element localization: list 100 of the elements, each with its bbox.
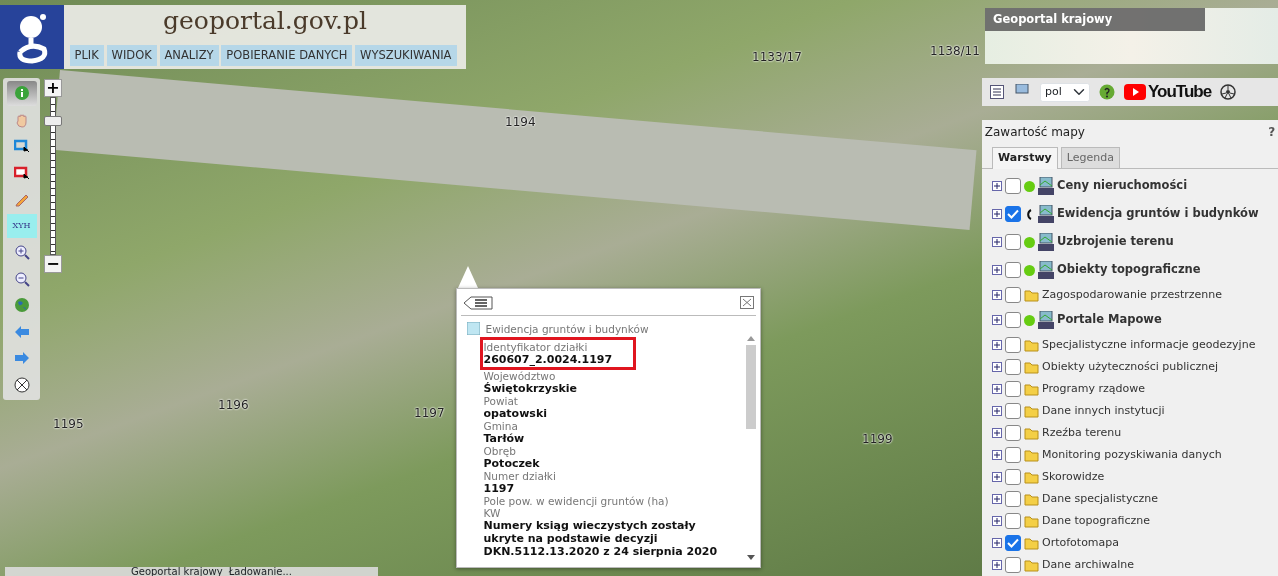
list-icon[interactable]: [990, 85, 1004, 99]
panel-tab[interactable]: Legenda: [1060, 146, 1120, 169]
layer-checkbox[interactable]: [1005, 206, 1021, 222]
layer-label: Ceny nieruchomości: [1057, 177, 1188, 195]
check-icon: [1007, 538, 1019, 548]
expand-icon[interactable]: [992, 560, 1002, 570]
check-icon: [1007, 209, 1019, 219]
layer-checkbox[interactable]: [1005, 312, 1021, 328]
help-icon[interactable]: [1099, 84, 1115, 100]
layer-checkbox[interactable]: [1005, 491, 1021, 507]
layer-label: Uzbrojenie terenu: [1057, 233, 1174, 251]
youtube-link[interactable]: YouTube: [1124, 79, 1212, 105]
expand-icon[interactable]: [992, 450, 1002, 460]
expand-icon[interactable]: [992, 384, 1002, 394]
cross-circle-icon: [13, 376, 30, 393]
folder-icon: [1024, 288, 1039, 302]
field-label: Numer działki: [483, 469, 557, 482]
layer-checkbox[interactable]: [1005, 337, 1021, 353]
expand-icon[interactable]: [992, 472, 1002, 482]
play-icon: [1124, 84, 1146, 100]
expand-icon[interactable]: [992, 538, 1002, 548]
status-message: Ładowanie...: [228, 567, 292, 576]
layer-checkbox[interactable]: [1005, 513, 1021, 529]
layer-checkbox[interactable]: [1005, 178, 1021, 194]
menu-button[interactable]: POBIERANIE DANYCH: [221, 45, 353, 67]
wms-layer-icon: [1038, 261, 1054, 279]
folder-icon: [1024, 382, 1039, 396]
layer-label: Obiekty topograficzne: [1057, 261, 1201, 279]
field-label: Pole pow. w ewidencji gruntów (ha): [483, 494, 670, 507]
list-back-icon: [463, 296, 493, 310]
expand-icon[interactable]: [992, 315, 1002, 325]
layer-label: Ortofotomapa: [1042, 534, 1120, 551]
close-button[interactable]: [740, 294, 754, 311]
expand-icon[interactable]: [992, 340, 1002, 350]
layer-checkbox[interactable]: [1005, 287, 1021, 303]
field-label: Obręb: [483, 444, 517, 457]
layer-checkbox[interactable]: [1005, 447, 1021, 463]
folder-icon: [1024, 426, 1039, 440]
site-logo-text: geoportal.gov.pl: [163, 7, 367, 33]
wms-layer-icon: [1038, 233, 1054, 251]
layer-checkbox[interactable]: [1005, 359, 1021, 375]
field-label: Identyfikator działki: [483, 340, 589, 353]
field-value: Potoczek: [483, 456, 541, 470]
menu-button[interactable]: ANALIZY: [159, 45, 219, 67]
layer-checkbox[interactable]: [1005, 262, 1021, 278]
layer-checkbox[interactable]: [1005, 469, 1021, 485]
folder-icon: [1024, 470, 1039, 484]
info-icon: [13, 85, 30, 102]
layer-label: Skorowidze: [1042, 468, 1105, 485]
expand-icon[interactable]: [992, 516, 1002, 526]
expand-icon[interactable]: [992, 406, 1002, 416]
panel-title: Zawartość mapy: [984, 123, 1085, 141]
expand-icon[interactable]: [992, 209, 1002, 219]
layer-label: Monitoring pozyskiwania danych: [1042, 446, 1222, 463]
layer-label: Dane archiwalne: [1042, 556, 1135, 573]
zoom-out-icon: [13, 270, 30, 287]
layer-title: Ewidencja gruntów i budynków: [485, 322, 649, 335]
layer-checkbox[interactable]: [1005, 403, 1021, 419]
layer-label: Zagospodarowanie przestrzenne: [1042, 286, 1223, 303]
layer-label: Programy rządowe: [1042, 380, 1145, 397]
layer-checkbox[interactable]: [1005, 381, 1021, 397]
field-value: 260607_2.0024.1197: [483, 352, 614, 366]
zoom-out-button[interactable]: −: [44, 255, 62, 273]
overview-title: Geoportal krajowy: [985, 8, 1205, 32]
layer-checkbox[interactable]: [1005, 425, 1021, 441]
info-icon: [467, 322, 480, 335]
layer-label: Rzeźba terenu: [1042, 424, 1122, 441]
expand-icon[interactable]: [992, 181, 1002, 191]
menu-button[interactable]: WYSZUKIWANIA: [355, 45, 457, 67]
field-value: opatowski: [483, 406, 548, 420]
language-select[interactable]: pol: [1040, 82, 1090, 102]
layer-checkbox[interactable]: [1005, 234, 1021, 250]
parcel-label: 1199: [862, 431, 893, 448]
folder-icon: [1024, 360, 1039, 374]
zoom-slider-thumb[interactable]: [44, 116, 62, 127]
menu-button[interactable]: PLIK: [69, 45, 104, 67]
expand-icon[interactable]: [992, 494, 1002, 504]
expand-icon[interactable]: [992, 428, 1002, 438]
field-value: Tarłów: [483, 431, 526, 445]
tool-button[interactable]: XYH: [6, 213, 37, 238]
folder-icon: [1024, 448, 1039, 462]
help-button[interactable]: ?: [1268, 122, 1276, 141]
collapse-button[interactable]: [463, 295, 493, 312]
layer-checkbox[interactable]: [1005, 557, 1021, 573]
wms-layer-icon: [1038, 311, 1054, 329]
expand-icon[interactable]: [992, 290, 1002, 300]
field-label: KW: [483, 506, 502, 519]
layer-checkbox[interactable]: [1005, 535, 1021, 551]
panel-tab[interactable]: Warstwy: [992, 146, 1058, 170]
zoom-in-button[interactable]: +: [44, 79, 62, 97]
expand-icon[interactable]: [992, 362, 1002, 372]
wheel-icon[interactable]: [1220, 84, 1237, 100]
expand-icon[interactable]: [992, 237, 1002, 247]
wms-layer-icon: [1038, 177, 1054, 195]
parcel-label: 1138/11: [930, 43, 980, 60]
rectangle-cursor-icon: [13, 138, 30, 155]
field-value: 1197: [483, 481, 516, 495]
expand-icon[interactable]: [992, 265, 1002, 275]
menu-button[interactable]: WIDOK: [106, 45, 157, 67]
rectangle-cursor-icon: [13, 164, 30, 181]
